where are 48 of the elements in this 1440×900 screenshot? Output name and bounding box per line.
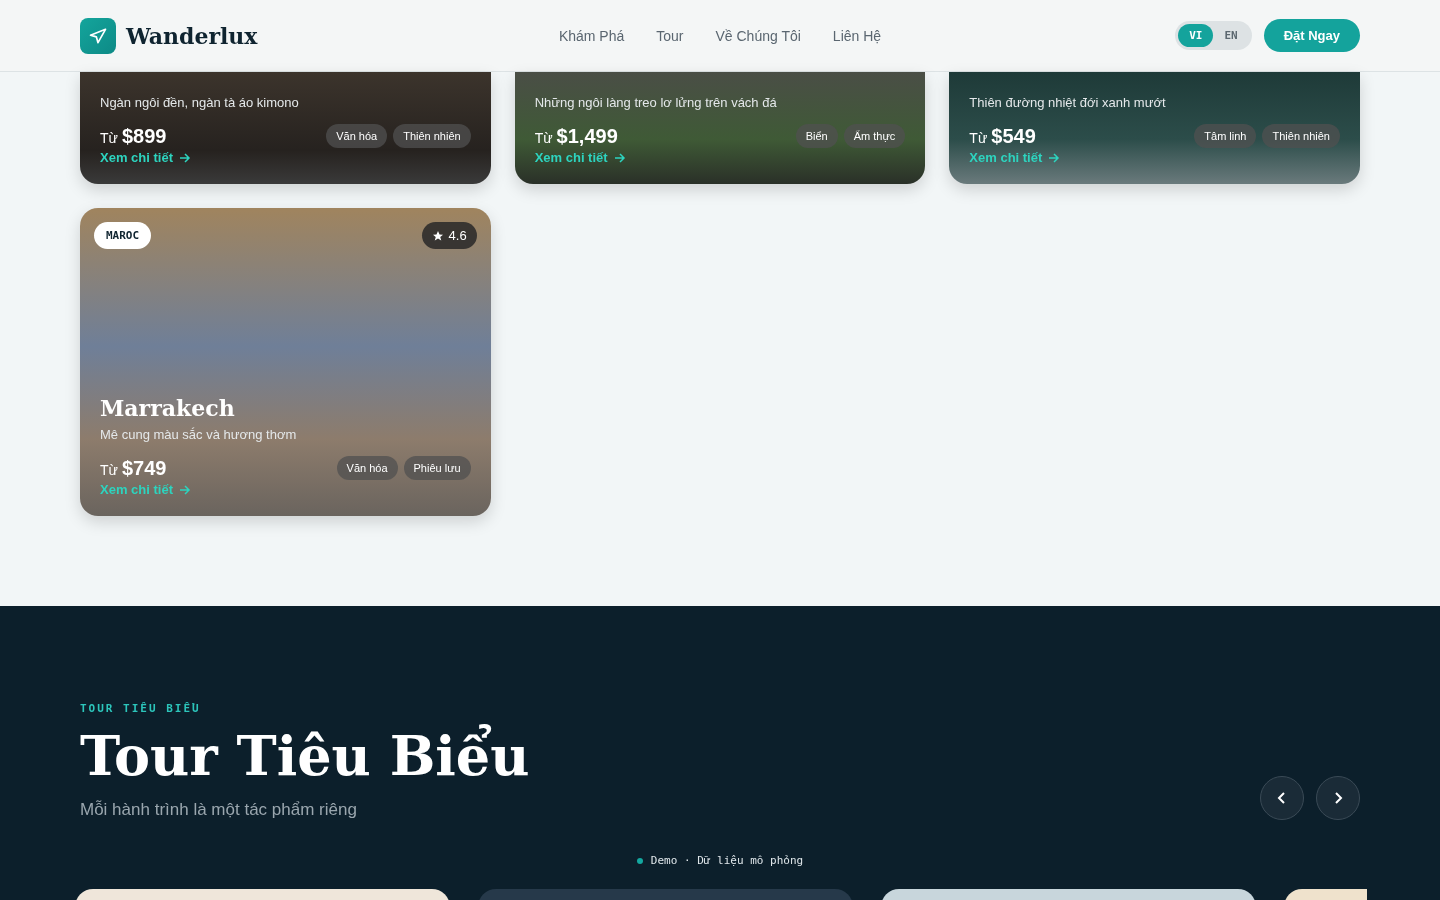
tag-chip: Thiên nhiên — [393, 124, 471, 148]
price-value: $1,499 — [556, 124, 618, 147]
status-dot-icon — [636, 857, 643, 864]
star-icon — [431, 229, 444, 242]
destination-description: Mê cung màu sắc và hương thơm — [100, 427, 298, 442]
nav-link[interactable]: Khám Phá — [558, 27, 625, 44]
price-value: $899 — [121, 124, 167, 147]
book-now-button[interactable]: Đặt Ngay — [1263, 19, 1360, 52]
destination-card[interactable]: Những ngôi làng treo lơ lửng trên vách đá Từ $1,499 Biển Ẩm thực Xem chi tiết — [514, 72, 926, 184]
tag-chip: Biển — [795, 124, 838, 148]
section-eyebrow: TOUR TIÊU BIỂU — [80, 702, 202, 715]
price-value: $549 — [991, 124, 1036, 147]
tag-chip: Tâm linh — [1194, 124, 1257, 148]
tag-chip: Thiên nhiên — [1262, 124, 1340, 148]
arrow-icon — [178, 151, 191, 164]
tag-chip: Văn hóa — [326, 124, 388, 148]
destination-card[interactable]: MAROC 4.6 Marrakech Mê cung màu sắc và hương thơm Từ $749 Văn hóa Phiêu lưu Xem chi tiết — [80, 208, 491, 516]
price-value: $749 — [121, 456, 167, 479]
details-link[interactable]: Xem chi tiết — [969, 150, 1061, 165]
price-prefix: Từ — [534, 129, 553, 146]
arrow-icon — [178, 483, 191, 496]
arrow-icon — [1048, 151, 1061, 164]
rating-value: 4.6 — [448, 228, 467, 243]
brand-name[interactable]: Wanderlux — [126, 22, 258, 49]
nav-link[interactable]: Tour — [656, 27, 684, 44]
price-prefix: Từ — [100, 461, 118, 478]
language-option[interactable]: EN — [1213, 24, 1249, 47]
paper-plane-logo-icon[interactable] — [80, 17, 116, 54]
destination-description: Thiên đường nhiệt đới xanh mướt — [969, 95, 1167, 110]
price-prefix: Từ — [100, 129, 118, 146]
language-option[interactable]: VI — [1178, 24, 1214, 47]
tag-chip: Ẩm thực — [843, 124, 906, 148]
nav-link[interactable]: Liên Hệ — [832, 27, 882, 44]
destination-card[interactable]: Ngàn ngôi đền, ngàn tà áo kimono Từ $899 Văn hóa Thiên nhiên Xem chi tiết — [80, 72, 491, 184]
tag-chip: Phiêu lưu — [403, 456, 471, 480]
demo-note: Demo · Dữ liệu mô phỏng — [650, 854, 804, 868]
details-link[interactable]: Xem chi tiết — [534, 150, 626, 165]
details-link[interactable]: Xem chi tiết — [100, 150, 191, 165]
country-badge: MAROC — [94, 222, 152, 249]
destination-description: Ngàn ngôi đền, ngàn tà áo kimono — [100, 95, 300, 110]
price-prefix: Từ — [969, 129, 988, 146]
destination-description: Những ngôi làng treo lơ lửng trên vách đá — [534, 95, 778, 110]
destination-title: Marrakech — [100, 395, 236, 421]
tag-chip: Văn hóa — [336, 456, 398, 480]
arrow-icon — [613, 151, 626, 164]
section-subtitle: Mỗi hành trình là một tác phẩm riêng — [80, 800, 358, 821]
destination-card[interactable]: Thiên đường nhiệt đới xanh mướt Từ $549 Tâm linh Thiên nhiên Xem chi tiết — [949, 72, 1360, 184]
nav-link[interactable]: Về Chúng Tôi — [715, 27, 801, 44]
